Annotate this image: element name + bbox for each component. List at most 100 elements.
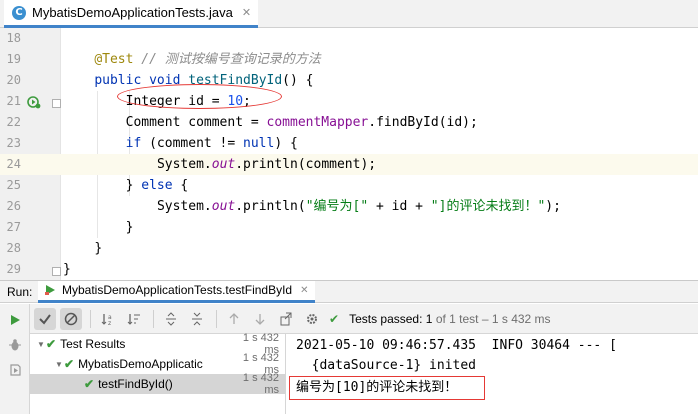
tree-row-test-class[interactable]: ▼ ✔ MybatisDemoApplicatic 1 s 432 ms [30,352,285,376]
line-number: 18 [6,31,21,45]
code-token: + id + [368,199,431,214]
code-text: } [94,238,102,259]
fold-marker-icon[interactable] [52,99,61,108]
line-number: 25 [6,178,21,192]
tree-item-label: MybatisDemoApplicatic [78,357,203,371]
run-tool-window-header: Run: MybatisDemoApplicationTests.testFin… [0,280,698,303]
fold-marker-icon[interactable] [52,267,61,276]
code-token: } [63,262,71,277]
code-token: } [125,220,134,235]
toolbar-separator [216,309,217,328]
code-token: } [94,241,103,256]
test-status: Tests passed: 1 of 1 test – 1 s 432 ms [349,312,550,326]
code-token: null [243,136,275,151]
collapse-all-icon[interactable] [186,308,208,330]
run-tab-label: MybatisDemoApplicationTests.testFindById [62,283,293,297]
expand-arrow-icon[interactable]: ▼ [36,340,46,349]
passed-check-icon: ✔ [64,357,75,371]
console-line: {dataSource-1} inited [296,358,477,373]
code-text: @Test // 测试按编号查询记录的方法 [94,49,320,70]
sort-by-duration-icon[interactable] [123,308,145,330]
junit-icon [45,285,55,295]
toolbar-separator [90,309,91,328]
annotation-oval [117,84,282,109]
console-output[interactable]: 2021-05-10 09:46:57.435 INFO 30464 --- [… [287,334,698,414]
code-line[interactable]: 20 public void testFindById() { [0,70,698,91]
code-token: out [211,157,236,172]
close-icon[interactable]: ✕ [242,6,251,19]
annotation-box [289,376,485,400]
code-token: "编号为[" [305,199,369,214]
code-text: System.out.println(comment); [157,154,376,175]
test-results-tree[interactable]: ▼ ✔ Test Results 1 s 432 ms ▼ ✔ MybatisD… [30,332,286,414]
debug-icon[interactable] [6,336,24,354]
code-line[interactable]: 21 Integer id = 10; [0,91,698,112]
sort-alphabetically-icon[interactable]: az [97,308,119,330]
code-line[interactable]: 19 @Test // 测试按编号查询记录的方法 [0,49,698,70]
code-token: .println( [235,199,306,214]
show-passed-icon[interactable] [34,307,56,330]
code-token: } [125,178,142,193]
code-token: System. [156,199,212,214]
export-icon[interactable] [275,308,297,330]
code-text: if (comment != null) { [126,133,298,154]
settings-icon[interactable] [301,308,323,330]
line-number: 20 [6,73,21,87]
status-prefix: Tests passed: [349,311,423,326]
code-line[interactable]: 24 System.out.println(comment); [0,154,698,175]
code-text: } [126,217,134,238]
svg-text:z: z [108,320,111,326]
code-token: // 测试按编号查询记录的方法 [141,52,321,67]
tree-item-time: 1 s 432 ms [242,372,279,396]
code-line[interactable]: 26 System.out.println("编号为[" + id + "]的评论… [0,196,698,217]
code-editor[interactable]: 18 19 @Test // 测试按编号查询记录的方法 20 public void t… [0,28,698,280]
code-token: "]的评论未找到！" [430,199,546,214]
code-token: ); [545,199,561,214]
code-line[interactable]: 29} [0,259,698,280]
show-ignored-icon[interactable] [60,307,82,330]
passed-check-icon: ✔ [46,337,57,351]
code-line[interactable]: 18 [0,28,698,49]
next-icon[interactable] [249,308,271,330]
code-token: ) { [274,136,298,151]
code-text: System.out.println("编号为[" + id + "]的评论未找… [157,196,561,217]
previous-icon[interactable] [223,308,245,330]
rerun-icon[interactable] [6,311,24,329]
expand-all-icon[interactable] [160,308,182,330]
run-test-icon[interactable] [27,95,41,109]
code-token: (comment != [141,136,244,151]
passed-check-icon: ✔ [84,377,95,391]
code-token: @Test [94,52,134,67]
line-number: 24 [6,157,21,171]
test-runner-toolbar: az ✔ Tests passed: 1 of 1 test – 1 s 432… [30,304,698,334]
code-token: if [125,136,142,151]
line-number: 27 [6,220,21,234]
line-number: 19 [6,52,21,66]
tree-row-test-results[interactable]: ▼ ✔ Test Results 1 s 432 ms [30,332,285,356]
editor-tab[interactable]: C MybatisDemoApplicationTests.java ✕ [4,0,258,28]
line-number: 22 [6,115,21,129]
line-number: 23 [6,136,21,150]
code-token: .println(comment); [235,157,377,172]
line-number: 29 [6,262,21,276]
code-token: out [211,199,236,214]
toolbar-separator [153,309,154,328]
close-icon[interactable]: ✕ [300,285,308,296]
code-text: } else { [126,175,189,196]
code-line[interactable]: 25 } else { [0,175,698,196]
code-line[interactable]: 23 if (comment != null) { [0,133,698,154]
code-line[interactable]: 28} [0,238,698,259]
code-text: } [63,259,71,280]
tree-row-test-method[interactable]: ✔ testFindById() 1 s 432 ms [30,372,285,396]
code-line[interactable]: 22 Comment comment = commentMapper.findBy… [0,112,698,133]
code-token: else [141,178,173,193]
code-line[interactable]: 27} [0,217,698,238]
run-label: Run: [7,284,33,299]
run-side-toolbar [0,304,30,414]
run-tab[interactable]: MybatisDemoApplicationTests.testFindById… [38,280,315,303]
code-text: Comment comment = commentMapper.findById… [126,112,478,133]
expand-arrow-icon[interactable]: ▼ [54,360,64,369]
class-c-icon: C [12,5,26,20]
toggle-auto-test-icon[interactable] [6,361,24,379]
line-number: 26 [6,199,21,213]
